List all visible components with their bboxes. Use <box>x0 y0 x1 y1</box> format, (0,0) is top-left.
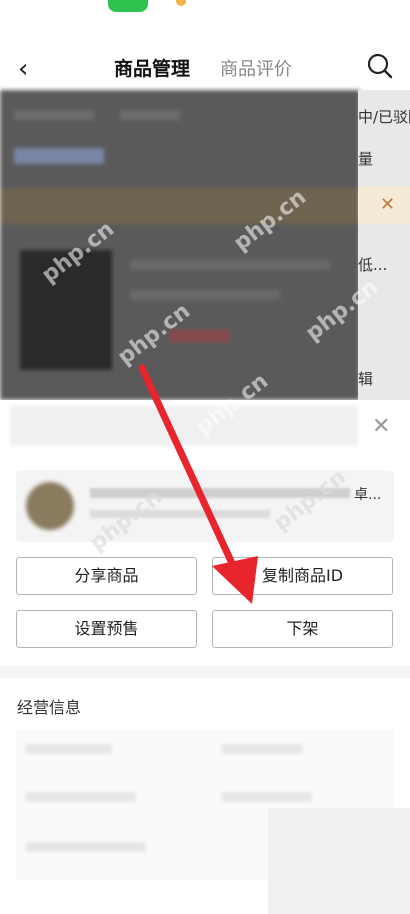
close-icon[interactable]: ✕ <box>380 194 395 215</box>
copy-product-id-button[interactable]: 复制商品ID <box>212 557 393 595</box>
status-indicator <box>108 0 148 12</box>
chevron-left-icon[interactable]: ‹ <box>18 54 28 84</box>
background-right-strip: 中/已驳回 量 ✕ 低... 辑 <box>358 90 410 400</box>
low-text: 低... <box>358 256 388 274</box>
status-dot <box>176 0 186 6</box>
edit-text: 辑 <box>358 370 374 388</box>
top-navigation: ‹ 商品管理 商品评价 <box>0 44 410 90</box>
status-filter-text: 中/已驳回 <box>358 108 410 126</box>
section-divider <box>0 666 410 678</box>
notice-banner: ✕ <box>358 186 410 224</box>
tab-product-reviews[interactable]: 商品评价 <box>220 55 292 81</box>
corner-panel <box>268 808 410 914</box>
set-presale-button[interactable]: 设置预售 <box>16 610 197 648</box>
blurred-background-page <box>0 90 360 400</box>
quantity-text: 量 <box>358 150 374 168</box>
tab-product-management[interactable]: 商品管理 <box>114 54 190 81</box>
product-trailing-text: 卓... <box>354 487 382 503</box>
business-info-title: 经营信息 <box>17 698 82 717</box>
product-thumbnail <box>26 482 74 530</box>
search-icon[interactable] <box>366 52 394 80</box>
delist-button[interactable]: 下架 <box>212 610 393 648</box>
close-icon[interactable]: ✕ <box>372 414 390 439</box>
share-product-button[interactable]: 分享商品 <box>16 557 197 595</box>
